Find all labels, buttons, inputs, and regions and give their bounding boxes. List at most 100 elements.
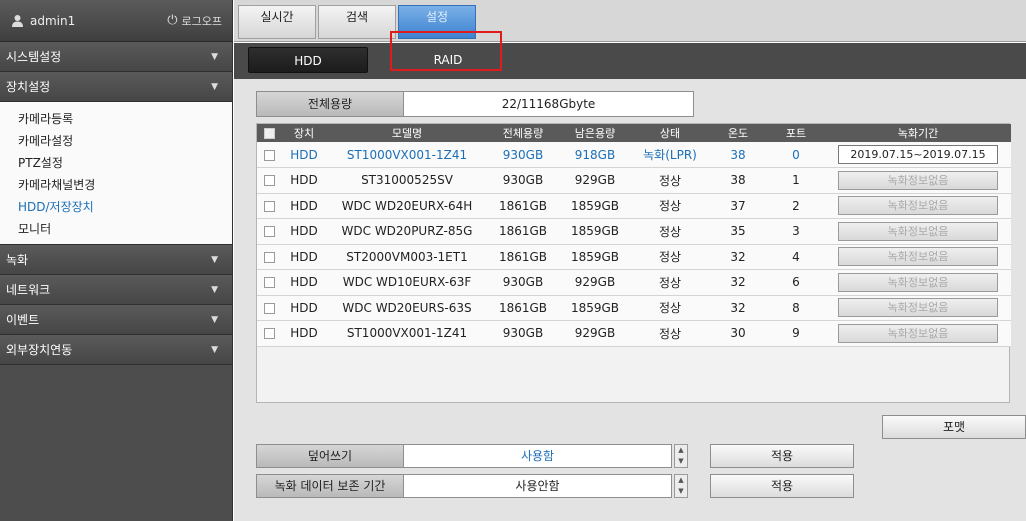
header-free: 남은용량 — [574, 127, 616, 140]
spin-up-icon[interactable]: ▲ — [675, 445, 687, 456]
chevron-down-icon: ▼ — [211, 344, 218, 355]
cell-total: 930GB — [502, 326, 544, 341]
tab-search[interactable]: 검색 — [318, 5, 396, 39]
menu-label: 장치설정 — [6, 80, 51, 94]
row-checkbox[interactable] — [257, 244, 281, 270]
row-checkbox[interactable] — [257, 142, 281, 168]
menu-event[interactable]: 이벤트 ▼ — [0, 305, 232, 335]
logout-button[interactable]: ⏻ 로그오프 — [167, 13, 222, 29]
menu-system-settings[interactable]: 시스템설정 ▼ — [0, 42, 232, 72]
cell-temp: 35 — [730, 224, 746, 239]
cell-free: 1859GB — [570, 224, 620, 239]
table-row[interactable]: HDD WDC WD20EURX-64H 1861GB 1859GB 정상 37 2 녹화정보… — [257, 193, 1011, 219]
menu-external-device[interactable]: 외부장치연동 ▼ — [0, 335, 232, 365]
table-row[interactable]: HDD ST1000VX001-1Z41 930GB 929GB 정상 30 9 녹화정보없음 — [257, 320, 1011, 347]
top-tab-bar: 실시간 검색 설정 — [234, 0, 1026, 42]
cell-model: WDC WD20EURS-63S — [342, 300, 472, 315]
submenu-monitor[interactable]: 모니터 — [0, 218, 232, 240]
table-row[interactable]: HDD WDC WD20PURZ-85G 1861GB 1859GB 정상 35 3 녹화정보… — [257, 218, 1011, 245]
chevron-down-icon: ▼ — [211, 284, 218, 295]
table-row[interactable]: HDD ST31000525SV 930GB 929GB 정상 38 1 녹화정보없음 — [257, 167, 1011, 194]
menu-label: 시스템설정 — [6, 50, 62, 64]
table-row[interactable]: HDD WDC WD20EURS-63S 1861GB 1859GB 정상 32 8 녹화정보… — [257, 295, 1011, 321]
main-content: HDD RAID 전체용량 22/11168Gbyte 장치 모델명 전체용량 … — [234, 31, 1026, 521]
cell-record-period: 녹화정보없음 — [825, 193, 1011, 219]
retention-select[interactable]: 사용안함 — [404, 474, 672, 498]
spin-down-icon[interactable]: ▼ — [675, 456, 687, 467]
cell-status: 정상 — [658, 173, 682, 188]
cell-device: HDD — [290, 249, 318, 264]
retention-apply-button[interactable]: 적용 — [710, 474, 854, 498]
row-checkbox[interactable] — [257, 270, 281, 296]
submenu-camera-register[interactable]: 카메라등록 — [0, 108, 232, 130]
record-period-button[interactable]: 녹화정보없음 — [838, 272, 998, 292]
record-period-button[interactable]: 녹화정보없음 — [838, 221, 998, 241]
submenu-hdd-storage[interactable]: HDD/저장장치 — [0, 196, 232, 218]
cell-temp: 32 — [730, 249, 746, 264]
record-period-button[interactable]: 녹화정보없음 — [838, 196, 998, 216]
cell-temp: 38 — [730, 173, 746, 188]
cell-total: 930GB — [502, 275, 544, 290]
table-row[interactable]: HDD ST1000VX001-1Z41 930GB 918GB 녹화(LPR) 38 0 2… — [257, 142, 1011, 168]
tab-live[interactable]: 실시간 — [238, 5, 316, 39]
spin-up-icon[interactable]: ▲ — [675, 475, 687, 486]
table-row[interactable]: HDD ST2000VM003-1ET1 1861GB 1859GB 정상 32 4 녹화정보… — [257, 244, 1011, 270]
table-row[interactable]: HDD WDC WD10EURX-63F 930GB 929GB 정상 32 6 녹화정보없음 — [257, 269, 1011, 296]
select-all-checkbox[interactable] — [257, 124, 281, 142]
cell-model: ST2000VM003-1ET1 — [346, 249, 468, 264]
submenu-ptz-settings[interactable]: PTZ설정 — [0, 152, 232, 174]
cell-port: 2 — [792, 198, 800, 213]
menu-label: 외부장치연동 — [6, 343, 73, 357]
cell-free: 929GB — [574, 173, 616, 188]
record-period-button[interactable]: 녹화정보없음 — [838, 247, 998, 267]
row-checkbox[interactable] — [257, 193, 281, 219]
cell-temp: 30 — [730, 326, 746, 341]
chevron-down-icon: ▼ — [211, 254, 218, 265]
header-model: 모델명 — [391, 127, 423, 140]
cell-record-period: 녹화정보없음 — [825, 168, 1011, 194]
record-period-button[interactable]: 2019.07.15~2019.07.15 — [838, 145, 998, 164]
cell-device: HDD — [290, 224, 318, 239]
cell-status: 정상 — [658, 199, 682, 214]
row-checkbox[interactable] — [257, 295, 281, 321]
cell-device: HDD — [290, 147, 318, 162]
submenu-camera-channel-change[interactable]: 카메라채널변경 — [0, 174, 232, 196]
subtab-hdd[interactable]: HDD — [248, 47, 368, 73]
menu-recording[interactable]: 녹화 ▼ — [0, 245, 232, 275]
spin-down-icon[interactable]: ▼ — [675, 486, 687, 497]
cell-model: ST1000VX001-1Z41 — [346, 147, 468, 162]
cell-free: 929GB — [574, 275, 616, 290]
row-checkbox[interactable] — [257, 219, 281, 245]
power-icon: ⏻ — [167, 13, 178, 28]
record-period-button[interactable]: 녹화정보없음 — [838, 298, 998, 318]
user-icon — [10, 14, 24, 28]
overwrite-apply-button[interactable]: 적용 — [710, 444, 854, 468]
record-period-button[interactable]: 녹화정보없음 — [838, 170, 998, 190]
cell-temp: 38 — [730, 147, 746, 162]
cell-port: 4 — [792, 249, 800, 264]
table-body: HDD ST1000VX001-1Z41 930GB 918GB 녹화(LPR) 38 0 2… — [257, 142, 1011, 346]
cell-total: 930GB — [502, 147, 544, 162]
overwrite-label: 덮어쓰기 — [256, 444, 404, 468]
submenu-camera-settings[interactable]: 카메라설정 — [0, 130, 232, 152]
format-button[interactable]: 포맷 — [882, 415, 1026, 439]
chevron-down-icon: ▼ — [211, 81, 218, 92]
row-checkbox[interactable] — [257, 321, 281, 347]
record-period-button[interactable]: 녹화정보없음 — [838, 323, 998, 343]
overwrite-select[interactable]: 사용함 — [404, 444, 672, 468]
cell-record-period: 녹화정보없음 — [825, 219, 1011, 245]
device-submenu: 카메라등록 카메라설정 PTZ설정 카메라채널변경 HDD/저장장치 모니터 — [0, 102, 232, 245]
cell-status: 정상 — [658, 326, 682, 341]
cell-record-period: 녹화정보없음 — [825, 295, 1011, 321]
row-checkbox[interactable] — [257, 168, 281, 194]
user-bar: admin1 ⏻ 로그오프 — [0, 0, 232, 42]
menu-device-settings[interactable]: 장치설정 ▼ — [0, 72, 232, 102]
cell-total: 930GB — [502, 173, 544, 188]
logout-label: 로그오프 — [181, 14, 222, 28]
chevron-down-icon: ▼ — [211, 51, 218, 62]
overwrite-spinner[interactable]: ▲ ▼ — [674, 444, 688, 468]
hdd-table: 장치 모델명 전체용량 남은용량 상태 온도 포트 녹화기간 HDD ST1000… — [257, 124, 1011, 347]
menu-network[interactable]: 네트워크 ▼ — [0, 275, 232, 305]
header-record-period: 녹화기간 — [897, 127, 939, 140]
retention-spinner[interactable]: ▲ ▼ — [674, 474, 688, 498]
